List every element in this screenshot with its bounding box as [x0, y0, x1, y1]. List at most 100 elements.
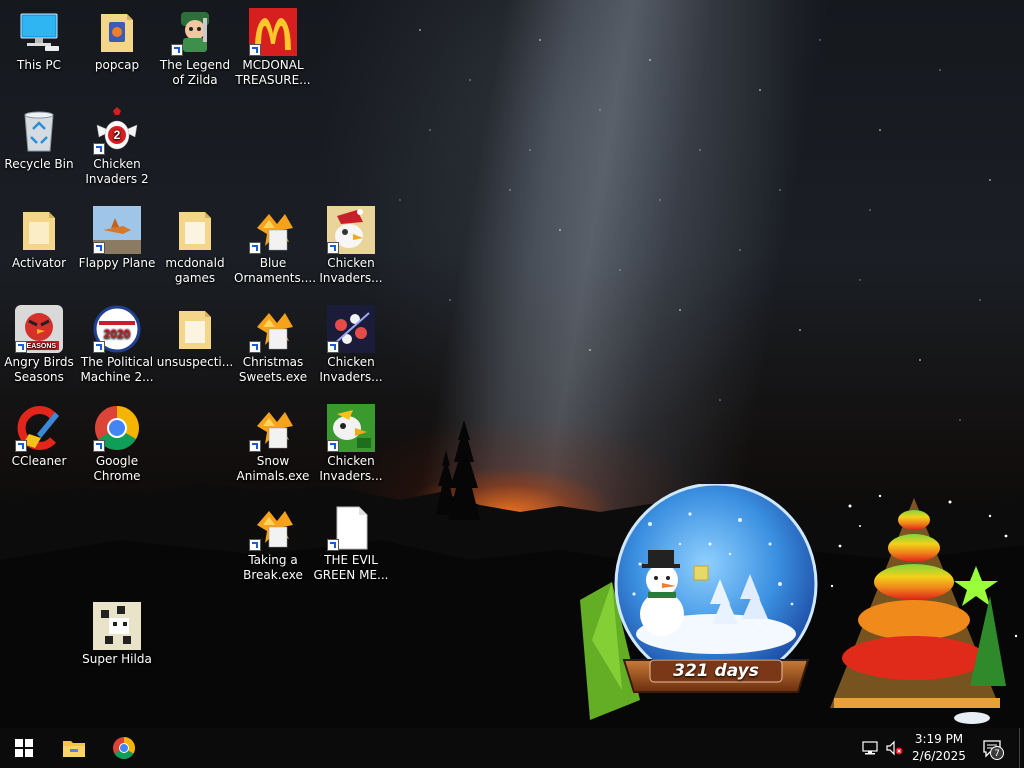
icon-label: Snow Animals.exe [236, 454, 310, 483]
desktop-icon-evil-green[interactable]: THE EVIL GREEN ME... [312, 503, 390, 583]
chicken-icon: 2 [93, 107, 141, 155]
icon-label: The Political Machine 2... [80, 355, 154, 384]
shortcut-arrow-icon [327, 440, 339, 452]
icon-label: Recycle Bin [4, 157, 74, 171]
file-explorer-icon [63, 741, 85, 757]
desktop-icon-ccleaner[interactable]: CCleaner [0, 404, 78, 469]
folder-icon [171, 305, 219, 353]
computer-icon [15, 8, 63, 56]
angry-bird-icon: SEASONS [15, 305, 63, 353]
shortcut-arrow-icon [93, 341, 105, 353]
icon-label: Chicken Invaders... [319, 454, 383, 483]
icon-label: CCleaner [11, 454, 67, 468]
chicken-space-icon [327, 305, 375, 353]
icon-label: Super Hilda [82, 652, 152, 666]
shortcut-arrow-icon [327, 242, 339, 254]
icon-label: Google Chrome [93, 454, 141, 483]
icon-label: popcap [94, 58, 140, 72]
taskbar: 3:19 PM 2/6/2025 7 [0, 728, 1024, 768]
desktop-icon-popcap[interactable]: popcap [78, 8, 156, 73]
desktop-icon-snow-animals[interactable]: Snow Animals.exe [234, 404, 312, 484]
icon-label: Activator [11, 256, 67, 270]
icon-label: This PC [17, 58, 61, 72]
desktop-icon-political-machine[interactable]: 2020 The Political Machine 2... [78, 305, 156, 385]
puzzle-game-icon [249, 503, 297, 551]
shortcut-arrow-icon [327, 341, 339, 353]
icon-label: unsuspecti... [156, 355, 234, 369]
desktop-icon-chicken-invaders-space[interactable]: Chicken Invaders... [312, 305, 390, 385]
folder-icon [171, 206, 219, 254]
file-icon [327, 503, 375, 551]
taskbar-file-explorer[interactable] [50, 728, 98, 768]
clock-date: 2/6/2025 [912, 749, 966, 763]
shortcut-arrow-icon [249, 539, 261, 551]
icon-label: Angry Birds Seasons [4, 355, 74, 384]
christmas-tree-widget[interactable] [820, 486, 1024, 726]
desktop-icon-christmas-sweets[interactable]: Christmas Sweets.exe [234, 305, 312, 385]
game-character-icon [171, 8, 219, 56]
desktop-icon-activator[interactable]: Activator [0, 206, 78, 271]
puzzle-game-icon [249, 305, 297, 353]
puzzle-game-icon [249, 206, 297, 254]
windows-logo-icon [15, 739, 33, 757]
chrome-icon [113, 737, 135, 759]
chicken-green-icon [327, 404, 375, 452]
folder-icon [15, 206, 63, 254]
shortcut-arrow-icon [249, 341, 261, 353]
desktop-icon-super-hilda[interactable]: Super Hilda [78, 602, 156, 667]
shortcut-arrow-icon [93, 440, 105, 452]
desktop-icon-unsuspecti[interactable]: unsuspecti... [156, 305, 234, 370]
clock-time: 3:19 PM [914, 732, 964, 746]
shortcut-arrow-icon [93, 143, 105, 155]
chrome-icon [93, 404, 141, 452]
desktop-icon-mcdonald-games[interactable]: mcdonald games [156, 206, 234, 286]
action-center-icon[interactable]: 7 [982, 738, 1004, 760]
icon-label: Flappy Plane [78, 256, 156, 270]
svg-text:2: 2 [114, 128, 121, 142]
shortcut-arrow-icon [327, 539, 339, 551]
recycle-bin-icon [15, 107, 63, 155]
desktop-icon-chicken-invaders-green[interactable]: Chicken Invaders... [312, 404, 390, 484]
icon-label: MCDONAL TREASURE... [235, 58, 311, 87]
shortcut-arrow-icon [93, 242, 105, 254]
shortcut-arrow-icon [15, 341, 27, 353]
notification-count-badge: 7 [990, 746, 1004, 760]
svg-text:SEASONS: SEASONS [22, 343, 57, 350]
icon-label: Blue Ornaments.... [234, 256, 317, 285]
political-badge-icon: 2020 [93, 305, 141, 353]
icon-label: Chicken Invaders... [319, 355, 383, 384]
countdown-label: 321 days [673, 661, 759, 681]
volume-muted-icon[interactable] [884, 738, 904, 758]
desktop-icon-chicken-invaders-xmas[interactable]: Chicken Invaders... [312, 206, 390, 286]
mcdonalds-logo-icon [249, 8, 297, 56]
desktop-icon-blue-ornaments[interactable]: Blue Ornaments.... [234, 206, 317, 286]
desktop-icon-angry-birds-seasons[interactable]: SEASONS Angry Birds Seasons [0, 305, 78, 385]
desktop-icon-google-chrome[interactable]: Google Chrome [78, 404, 156, 484]
desktop-icon-flappy-plane[interactable]: Flappy Plane [78, 206, 156, 271]
pixel-game-icon [93, 602, 141, 650]
show-desktop-button[interactable] [1019, 728, 1024, 768]
icon-label: Chicken Invaders 2 [85, 157, 149, 186]
desktop-icon-recycle-bin[interactable]: Recycle Bin [0, 107, 78, 172]
shortcut-arrow-icon [249, 44, 261, 56]
shortcut-arrow-icon [249, 440, 261, 452]
desktop-icon-mcdonal-treasure[interactable]: MCDONAL TREASURE... [234, 8, 312, 88]
icon-label: Christmas Sweets.exe [238, 355, 308, 384]
folder-icon [93, 8, 141, 56]
desktop-icon-this-pc[interactable]: This PC [0, 8, 78, 73]
network-icon[interactable] [860, 738, 880, 758]
icon-label: The Legend of Zilda [159, 58, 231, 87]
shortcut-arrow-icon [15, 440, 27, 452]
desktop: This PC popcap The Legend of Zilda MCDON… [0, 0, 1024, 728]
desktop-icon-legend-of-zilda[interactable]: The Legend of Zilda [156, 8, 234, 88]
icon-label: THE EVIL GREEN ME... [313, 553, 389, 582]
desktop-icon-chicken-invaders-2[interactable]: 2 Chicken Invaders 2 [78, 107, 156, 187]
svg-text:2020: 2020 [104, 327, 131, 341]
shortcut-arrow-icon [171, 44, 183, 56]
taskbar-clock[interactable]: 3:19 PM 2/6/2025 [908, 731, 970, 765]
desktop-icon-taking-a-break[interactable]: Taking a Break.exe [234, 503, 312, 583]
taskbar-google-chrome[interactable] [100, 728, 148, 768]
snow-globe-countdown-widget[interactable]: 321 days [610, 482, 822, 704]
start-button[interactable] [0, 728, 48, 768]
plane-game-icon [93, 206, 141, 254]
